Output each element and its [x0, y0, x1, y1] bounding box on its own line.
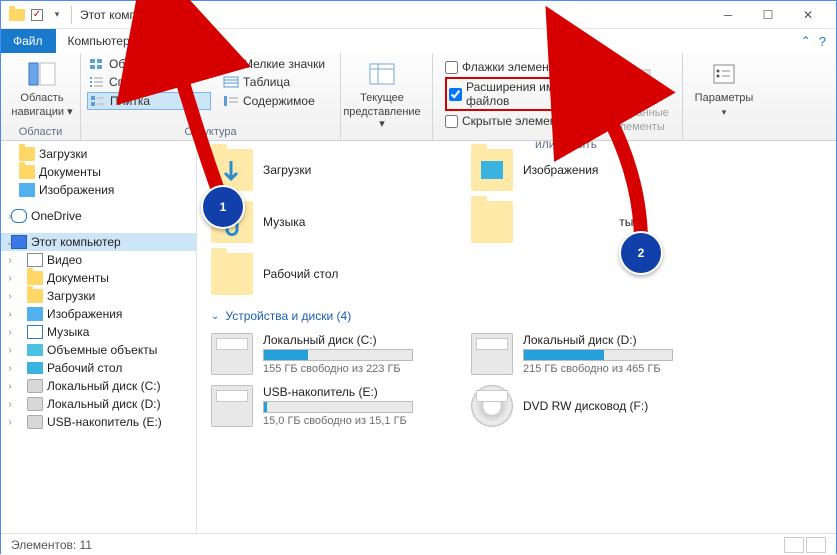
status-element-count: Элементов: 11: [11, 538, 92, 552]
options-icon: [708, 58, 740, 90]
chevron-right-icon[interactable]: ›: [5, 273, 15, 284]
folder-icon: [471, 201, 513, 243]
ribbon: Область навигации ▾ Области Обычные знач…: [1, 53, 836, 141]
callout-1: 1: [201, 185, 245, 229]
callout-arrow-2: [586, 93, 666, 256]
folder-icon: [211, 253, 253, 295]
qat-separator: [71, 6, 72, 24]
drive-item[interactable]: USB-накопитель (E:)15,0 ГБ свободно из 1…: [211, 385, 441, 427]
group-panes-label: Области: [7, 126, 74, 138]
app-icon: [9, 7, 25, 23]
tab-computer[interactable]: Компьютер: [56, 29, 143, 53]
content-pane[interactable]: Загрузки Изображения Музыка Объемные объ…: [197, 141, 836, 533]
tree-pictures2[interactable]: ›Изображения: [1, 305, 196, 323]
tree-videos[interactable]: ›Видео: [1, 251, 196, 269]
chevron-up-icon[interactable]: ⌃: [801, 34, 811, 48]
section-devices[interactable]: ⌄Устройства и диски (4): [211, 309, 822, 323]
chevron-right-icon[interactable]: ›: [5, 327, 15, 338]
nav-pane-icon: [26, 58, 58, 90]
chevron-down-icon: ⌄: [211, 311, 219, 322]
chevron-right-icon[interactable]: ›: [5, 363, 15, 374]
chevron-right-icon[interactable]: ›: [5, 345, 15, 356]
disk-icon: [27, 397, 43, 411]
check-hidden-items[interactable]: Скрытые элементы: [445, 114, 597, 128]
maximize-button[interactable]: ☐: [748, 1, 788, 29]
tab-file[interactable]: Файл: [1, 29, 56, 53]
title-bar: ✓ ▾ Этот компьютер ─ ☐ ✕: [1, 1, 836, 29]
options-button[interactable]: Параметры ▾: [689, 56, 759, 120]
current-view-button[interactable]: Текущее представление ▾: [347, 56, 417, 132]
chevron-down-icon[interactable]: ⌄: [5, 237, 15, 248]
tree-desktop[interactable]: ›Рабочий стол: [1, 359, 196, 377]
main-area: Загрузки Документы Изображения ›OneDrive…: [1, 141, 836, 533]
status-bar: Элементов: 11: [1, 533, 836, 555]
usage-bar: [523, 349, 673, 361]
check-file-extensions[interactable]: Расширения имен файлов: [445, 77, 597, 111]
pictures-icon: [19, 183, 35, 197]
qat-checkbox-icon[interactable]: ✓: [31, 9, 43, 21]
check-item-checkboxes[interactable]: Флажки элементов: [445, 60, 597, 74]
disk-icon: [27, 415, 43, 429]
current-view-icon: [366, 58, 398, 90]
folder-icon: [27, 289, 43, 303]
tree-disk-c[interactable]: ›Локальный диск (C:): [1, 377, 196, 395]
view-details-button[interactable]: [784, 537, 804, 553]
disk-icon: [211, 385, 253, 427]
tree-3d-objects[interactable]: ›Объемные объекты: [1, 341, 196, 359]
drive-item[interactable]: Локальный диск (D:)215 ГБ свободно из 46…: [471, 333, 701, 375]
tree-downloads2[interactable]: ›Загрузки: [1, 287, 196, 305]
pictures-icon: [27, 307, 43, 321]
minimize-button[interactable]: ─: [708, 1, 748, 29]
usage-bar: [263, 349, 413, 361]
window-title: Этот компьютер: [80, 8, 170, 22]
disk-icon: [211, 333, 253, 375]
chevron-right-icon[interactable]: ›: [5, 255, 15, 266]
tree-this-pc[interactable]: ⌄Этот компьютер: [1, 233, 196, 251]
drive-item[interactable]: DVD RW дисковод (F:): [471, 385, 701, 427]
view-large-button[interactable]: [806, 537, 826, 553]
hide-icon: [624, 61, 656, 93]
chevron-right-icon[interactable]: ›: [5, 381, 15, 392]
tree-disk-e[interactable]: ›USB-накопитель (E:): [1, 413, 196, 431]
folder-icon: [471, 149, 513, 191]
folder-item[interactable]: Рабочий стол: [211, 253, 441, 295]
tree-music[interactable]: ›Музыка: [1, 323, 196, 341]
usage-bar: [263, 401, 413, 413]
chevron-right-icon[interactable]: ›: [5, 309, 15, 320]
qat-dropdown-icon[interactable]: ▾: [49, 7, 65, 23]
callout-2: 2: [619, 231, 663, 275]
disk-icon: [27, 379, 43, 393]
folder-icon: [27, 271, 43, 285]
folder-icon: [19, 165, 35, 179]
chevron-right-icon[interactable]: ›: [5, 417, 15, 428]
ribbon-tabs: Файл Компьютер Вид ⌃ ?: [1, 29, 836, 53]
objects3d-icon: [27, 344, 43, 356]
drive-item[interactable]: Локальный диск (C:)155 ГБ свободно из 22…: [211, 333, 441, 375]
dvd-icon: [471, 385, 513, 427]
desktop-icon: [27, 362, 43, 374]
tree-documents2[interactable]: ›Документы: [1, 269, 196, 287]
video-icon: [27, 253, 43, 267]
close-button[interactable]: ✕: [788, 1, 828, 29]
navigation-pane-button[interactable]: Область навигации ▾: [7, 56, 77, 120]
music-icon: [27, 325, 43, 339]
chevron-right-icon[interactable]: ›: [5, 291, 15, 302]
disk-icon: [471, 333, 513, 375]
help-icon[interactable]: ?: [819, 34, 826, 49]
chevron-right-icon[interactable]: ›: [5, 211, 15, 222]
folder-icon: [19, 147, 35, 161]
chevron-right-icon[interactable]: ›: [5, 399, 15, 410]
tree-disk-d[interactable]: ›Локальный диск (D:): [1, 395, 196, 413]
